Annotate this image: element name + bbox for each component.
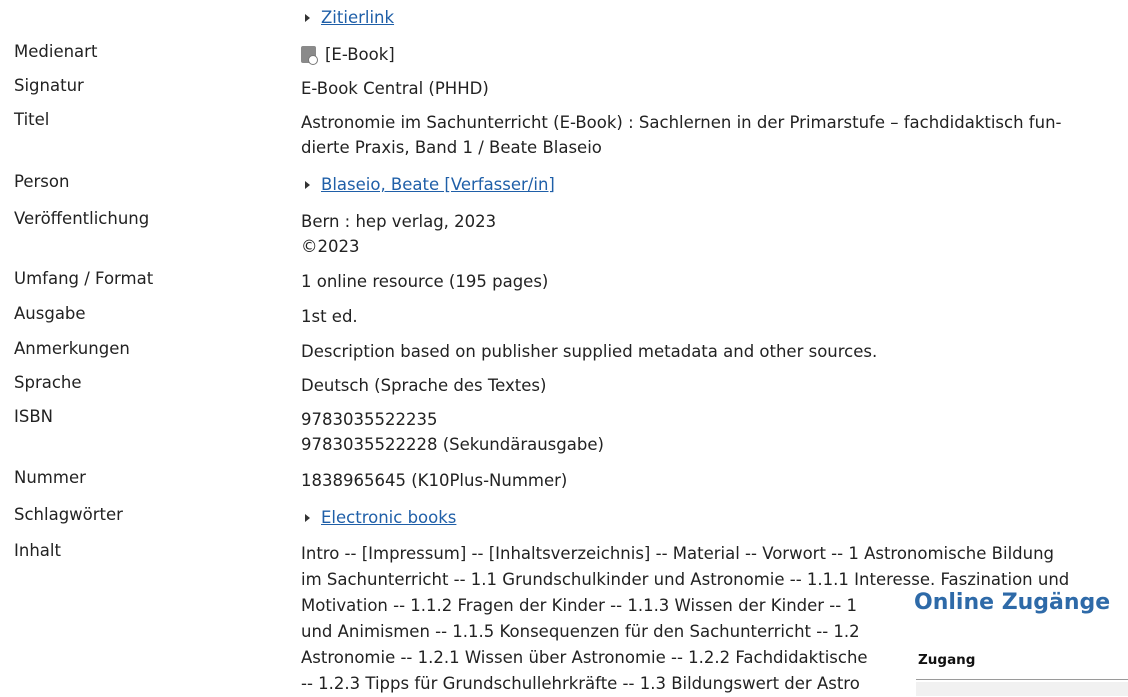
field-label: Nummer — [14, 468, 86, 487]
field-label: Ausgabe — [14, 304, 86, 323]
field-value: 9783035522235 — [301, 410, 438, 429]
field-label: Schlagwörter — [14, 505, 123, 524]
schlagwort-link[interactable]: Electronic books — [321, 508, 456, 527]
field-value: Deutsch (Sprache des Textes) — [301, 376, 547, 395]
field-value: ©2023 — [301, 237, 360, 256]
inhalt-line: Intro -- [Impressum] -- [Inhaltsverzeich… — [301, 544, 1055, 563]
field-value: dierte Praxis, Band 1 / Beate Blaseio — [301, 138, 602, 157]
field-value: Astronomie im Sachunterricht (E-Book) : … — [301, 113, 1062, 132]
person-link[interactable]: Blaseio, Beate [Verfasser/in] — [321, 175, 555, 194]
field-label: Signatur — [14, 76, 84, 95]
field-label: Inhalt — [14, 541, 61, 560]
online-access-panel: Online Zugänge Zugang — [906, 586, 1128, 696]
field-label: Umfang / Format — [14, 269, 154, 288]
zitierlink-link[interactable]: Zitierlink — [321, 8, 394, 27]
field-label: Veröffentlichung — [14, 209, 150, 228]
table-row[interactable] — [916, 682, 1128, 696]
triangle-right-icon — [305, 14, 310, 22]
field-label: ISBN — [14, 407, 54, 426]
field-value: Bern : hep verlag, 2023 — [301, 212, 497, 231]
divider — [916, 679, 1128, 680]
panel-title: Online Zugänge — [914, 590, 1111, 615]
field-value: 9783035522228 (Sekundärausgabe) — [301, 435, 604, 454]
field-label: Person — [14, 172, 70, 191]
column-header-zugang: Zugang — [918, 652, 976, 668]
zitierlink-value: Zitierlink — [301, 5, 1110, 30]
field-value: Description based on publisher supplied … — [301, 342, 878, 361]
field-label: Sprache — [14, 373, 82, 392]
field-label: Medienart — [14, 42, 98, 61]
field-value: E-Book Central (PHHD) — [301, 79, 489, 98]
field-value: [E-Book] — [325, 45, 395, 64]
field-value: 1 online resource (195 pages) — [301, 272, 549, 291]
field-label: Titel — [14, 110, 50, 129]
triangle-right-icon — [305, 181, 310, 189]
field-value: 1838965645 (K10Plus-Nummer) — [301, 471, 568, 490]
field-label: Anmerkungen — [14, 339, 130, 358]
ebook-icon — [301, 46, 318, 65]
field-value: 1st ed. — [301, 307, 358, 326]
triangle-right-icon — [305, 514, 310, 522]
